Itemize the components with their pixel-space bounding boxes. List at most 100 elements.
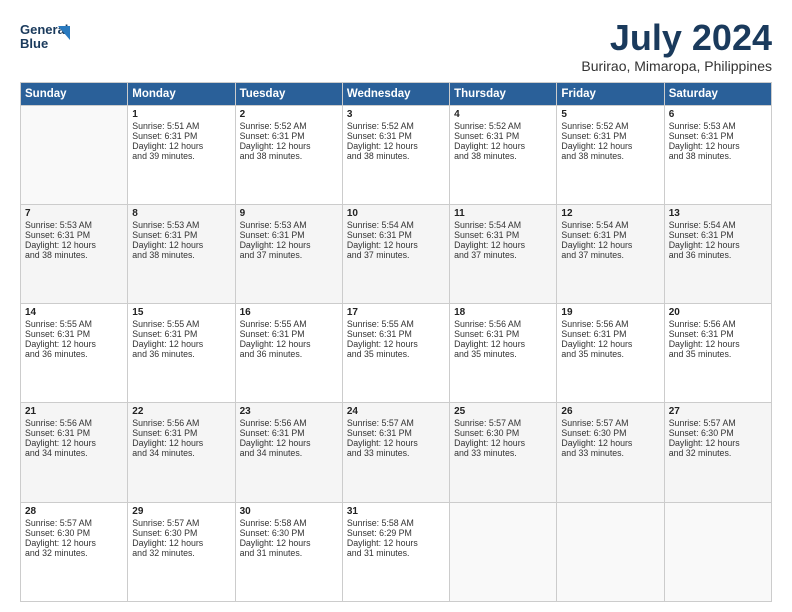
day-info-line: and 38 minutes. [25, 250, 123, 260]
day-info-line: Sunrise: 5:52 AM [240, 121, 338, 131]
logo: GeneralBlue [20, 18, 75, 56]
day-info-line: Daylight: 12 hours [240, 538, 338, 548]
day-number: 5 [561, 109, 659, 120]
weekday-header: Monday [128, 82, 235, 105]
table-row: 2Sunrise: 5:52 AMSunset: 6:31 PMDaylight… [235, 105, 342, 204]
day-info-line: Sunrise: 5:53 AM [132, 220, 230, 230]
day-info-line: Sunset: 6:31 PM [561, 131, 659, 141]
day-number: 24 [347, 406, 445, 417]
table-row: 3Sunrise: 5:52 AMSunset: 6:31 PMDaylight… [342, 105, 449, 204]
day-info-line: and 32 minutes. [25, 548, 123, 558]
day-info-line: Sunset: 6:31 PM [454, 329, 552, 339]
day-info-line: Daylight: 12 hours [347, 141, 445, 151]
day-number: 12 [561, 208, 659, 219]
day-info-line: Sunset: 6:31 PM [240, 329, 338, 339]
day-info-line: Sunset: 6:31 PM [25, 230, 123, 240]
day-number: 23 [240, 406, 338, 417]
day-info-line: Sunrise: 5:55 AM [240, 319, 338, 329]
day-info-line: and 37 minutes. [454, 250, 552, 260]
day-info-line: Sunset: 6:31 PM [454, 131, 552, 141]
day-info-line: and 33 minutes. [561, 448, 659, 458]
day-number: 22 [132, 406, 230, 417]
table-row: 18Sunrise: 5:56 AMSunset: 6:31 PMDayligh… [450, 304, 557, 403]
day-info-line: Sunrise: 5:57 AM [25, 518, 123, 528]
day-info-line: Sunset: 6:31 PM [347, 329, 445, 339]
day-info-line: Daylight: 12 hours [132, 141, 230, 151]
day-info-line: and 38 minutes. [454, 151, 552, 161]
day-info-line: and 31 minutes. [347, 548, 445, 558]
day-number: 1 [132, 109, 230, 120]
day-info-line: Sunrise: 5:55 AM [347, 319, 445, 329]
day-info-line: Sunrise: 5:54 AM [347, 220, 445, 230]
day-info-line: Daylight: 12 hours [347, 339, 445, 349]
calendar-week-row: 14Sunrise: 5:55 AMSunset: 6:31 PMDayligh… [21, 304, 772, 403]
day-number: 4 [454, 109, 552, 120]
day-info-line: Sunset: 6:30 PM [240, 528, 338, 538]
day-info-line: Sunrise: 5:54 AM [454, 220, 552, 230]
day-info-line: Sunrise: 5:54 AM [561, 220, 659, 230]
day-info-line: Sunrise: 5:54 AM [669, 220, 767, 230]
day-info-line: and 37 minutes. [240, 250, 338, 260]
table-row: 16Sunrise: 5:55 AMSunset: 6:31 PMDayligh… [235, 304, 342, 403]
day-info-line: and 38 minutes. [347, 151, 445, 161]
day-info-line: Daylight: 12 hours [132, 538, 230, 548]
table-row: 20Sunrise: 5:56 AMSunset: 6:31 PMDayligh… [664, 304, 771, 403]
day-info-line: Daylight: 12 hours [454, 339, 552, 349]
table-row: 11Sunrise: 5:54 AMSunset: 6:31 PMDayligh… [450, 204, 557, 303]
day-info-line: Sunrise: 5:56 AM [561, 319, 659, 329]
table-row: 29Sunrise: 5:57 AMSunset: 6:30 PMDayligh… [128, 502, 235, 601]
weekday-header: Thursday [450, 82, 557, 105]
day-number: 19 [561, 307, 659, 318]
day-info-line: Sunset: 6:30 PM [25, 528, 123, 538]
day-info-line: Sunset: 6:31 PM [240, 230, 338, 240]
day-info-line: Sunset: 6:31 PM [132, 230, 230, 240]
day-info-line: Daylight: 12 hours [347, 438, 445, 448]
day-info-line: Sunset: 6:31 PM [669, 230, 767, 240]
table-row: 9Sunrise: 5:53 AMSunset: 6:31 PMDaylight… [235, 204, 342, 303]
day-info-line: Sunset: 6:31 PM [132, 329, 230, 339]
day-info-line: Daylight: 12 hours [240, 438, 338, 448]
day-number: 2 [240, 109, 338, 120]
day-info-line: Daylight: 12 hours [669, 438, 767, 448]
calendar-week-row: 1Sunrise: 5:51 AMSunset: 6:31 PMDaylight… [21, 105, 772, 204]
day-info-line: and 38 minutes. [669, 151, 767, 161]
day-info-line: and 38 minutes. [561, 151, 659, 161]
day-info-line: Daylight: 12 hours [561, 141, 659, 151]
day-info-line: Sunset: 6:31 PM [347, 131, 445, 141]
day-number: 6 [669, 109, 767, 120]
day-number: 14 [25, 307, 123, 318]
day-info-line: Sunset: 6:30 PM [561, 428, 659, 438]
table-row: 17Sunrise: 5:55 AMSunset: 6:31 PMDayligh… [342, 304, 449, 403]
table-row: 21Sunrise: 5:56 AMSunset: 6:31 PMDayligh… [21, 403, 128, 502]
day-number: 30 [240, 506, 338, 517]
day-info-line: and 36 minutes. [132, 349, 230, 359]
day-info-line: Daylight: 12 hours [454, 438, 552, 448]
day-info-line: Sunrise: 5:57 AM [669, 418, 767, 428]
day-info-line: Daylight: 12 hours [347, 240, 445, 250]
day-info-line: Sunset: 6:30 PM [669, 428, 767, 438]
day-info-line: Sunrise: 5:52 AM [454, 121, 552, 131]
table-row: 12Sunrise: 5:54 AMSunset: 6:31 PMDayligh… [557, 204, 664, 303]
day-number: 8 [132, 208, 230, 219]
day-info-line: and 31 minutes. [240, 548, 338, 558]
table-row: 26Sunrise: 5:57 AMSunset: 6:30 PMDayligh… [557, 403, 664, 502]
table-row: 30Sunrise: 5:58 AMSunset: 6:30 PMDayligh… [235, 502, 342, 601]
month-title: July 2024 [581, 18, 772, 58]
day-info-line: Sunset: 6:31 PM [347, 230, 445, 240]
weekday-header: Wednesday [342, 82, 449, 105]
day-info-line: Daylight: 12 hours [25, 438, 123, 448]
day-number: 15 [132, 307, 230, 318]
day-info-line: Sunrise: 5:57 AM [347, 418, 445, 428]
day-info-line: Sunset: 6:31 PM [561, 329, 659, 339]
day-info-line: Sunset: 6:30 PM [132, 528, 230, 538]
calendar-week-row: 21Sunrise: 5:56 AMSunset: 6:31 PMDayligh… [21, 403, 772, 502]
day-info-line: and 34 minutes. [132, 448, 230, 458]
day-info-line: Sunset: 6:31 PM [561, 230, 659, 240]
table-row: 24Sunrise: 5:57 AMSunset: 6:31 PMDayligh… [342, 403, 449, 502]
page: GeneralBlue July 2024 Burirao, Mimaropa,… [0, 0, 792, 612]
day-info-line: Sunrise: 5:53 AM [25, 220, 123, 230]
day-number: 21 [25, 406, 123, 417]
weekday-header: Saturday [664, 82, 771, 105]
day-info-line: and 32 minutes. [669, 448, 767, 458]
day-info-line: Sunrise: 5:56 AM [132, 418, 230, 428]
